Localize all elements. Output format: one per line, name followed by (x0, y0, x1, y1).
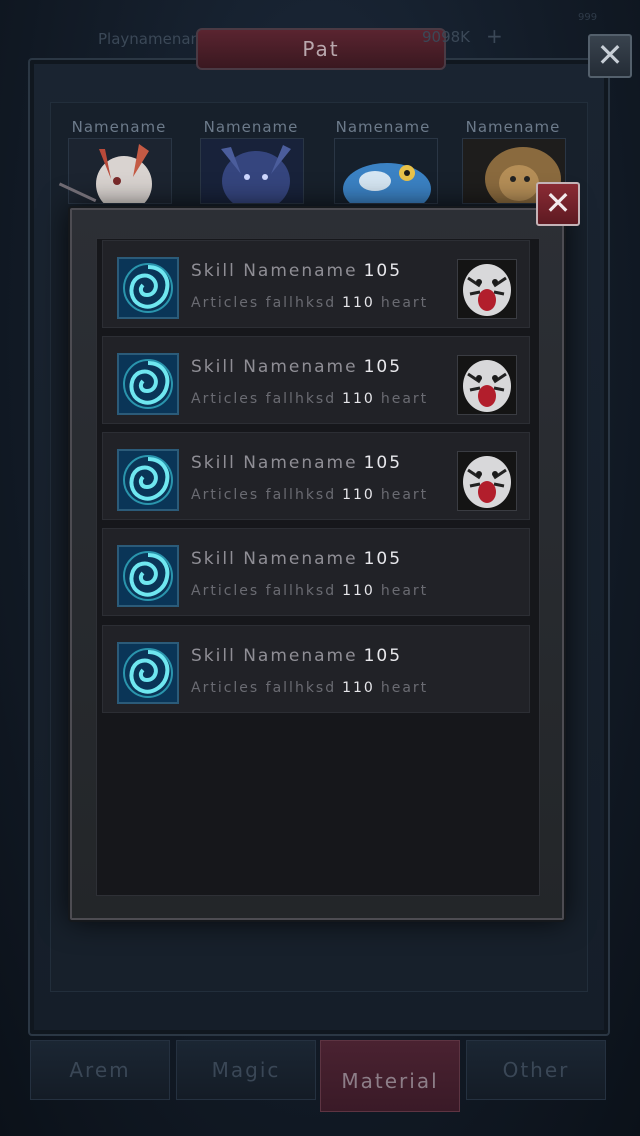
cost-label: Articles fallhksd (191, 680, 337, 696)
cost-unit: heart (380, 680, 429, 696)
list-item[interactable]: Skill Namename 105 Articles fallhksd 110 he… (102, 336, 530, 424)
skill-name: Skill Namename (191, 646, 358, 666)
list-item[interactable]: Skill Namename 105 Articles fallhksd 110 he… (102, 432, 530, 520)
cost-unit: heart (380, 583, 429, 599)
cost-label: Articles fallhksd (191, 487, 337, 503)
skill-level: 105 (363, 261, 403, 281)
skill-level: 105 (363, 357, 403, 377)
blue-demon-art[interactable] (200, 138, 304, 204)
skill-icon (117, 449, 179, 511)
corner-text: 999 (578, 12, 598, 23)
cost-value: 110 (342, 295, 375, 311)
skill-cost: Articles fallhksd 110 heart (191, 583, 428, 599)
skill-title: Skill Namename 105 (191, 549, 402, 569)
popup-close-button[interactable]: ✕ (536, 182, 580, 226)
cost-label: Articles fallhksd (191, 391, 337, 407)
tab-label: Material (341, 1069, 439, 1093)
list-item[interactable]: Skill Namename 105 Articles fallhksd 110 he… (102, 528, 530, 616)
skill-items-container: Skill Namename 105 Articles fallhksd 110 he… (94, 236, 538, 894)
skill-name: Skill Namename (191, 549, 358, 569)
skill-cost: Articles fallhksd 110 heart (191, 295, 428, 311)
skill-name: Skill Namename (191, 357, 358, 377)
card-name: Namename (465, 118, 561, 136)
skill-icon (117, 257, 179, 319)
skill-title: Skill Namename 105 (191, 357, 402, 377)
skill-title: Skill Namename 105 (191, 646, 402, 666)
main-close-button[interactable]: ✕ (588, 34, 632, 78)
cost-unit: heart (380, 391, 429, 407)
tab-label: Arem (69, 1058, 131, 1082)
cost-unit: heart (380, 487, 429, 503)
cost-value: 110 (342, 391, 375, 407)
tab-magic[interactable]: Magic (176, 1040, 316, 1100)
white-tiger-portrait (457, 259, 517, 319)
skill-cost: Articles fallhksd 110 heart (191, 487, 428, 503)
tab-arem[interactable]: Arem (30, 1040, 170, 1100)
skill-level: 105 (363, 453, 403, 473)
list-item[interactable]: Skill Namename 105 Articles fallhksd 110 he… (102, 240, 530, 328)
cost-unit: heart (380, 295, 429, 311)
white-tiger-portrait (457, 451, 517, 511)
skill-name: Skill Namename (191, 453, 358, 473)
cost-label: Articles fallhksd (191, 583, 337, 599)
skill-cost: Articles fallhksd 110 heart (191, 391, 428, 407)
card-name: Namename (203, 118, 299, 136)
tab-label: Magic (211, 1058, 281, 1082)
tab-material[interactable]: Material (320, 1040, 460, 1112)
tab-other[interactable]: Other (466, 1040, 606, 1100)
white-tiger-portrait (457, 355, 517, 415)
currency-amount: 9098K (422, 28, 471, 46)
skill-icon (117, 545, 179, 607)
skill-icon (117, 642, 179, 704)
card-name: Namename (71, 118, 167, 136)
cost-label: Articles fallhksd (191, 295, 337, 311)
tab-label: Other (502, 1058, 570, 1082)
blue-toad-art[interactable] (334, 138, 438, 204)
skill-name: Skill Namename (191, 261, 358, 281)
cost-value: 110 (342, 583, 375, 599)
header-title: Pat (302, 37, 340, 61)
skill-title: Skill Namename 105 (191, 261, 402, 281)
skill-title: Skill Namename 105 (191, 453, 402, 473)
cost-value: 110 (342, 680, 375, 696)
skill-icon (117, 353, 179, 415)
header-title-plate: Pat (196, 28, 446, 70)
add-currency-button[interactable]: + (486, 24, 503, 48)
skill-level: 105 (363, 549, 403, 569)
skill-level: 105 (363, 646, 403, 666)
card-name: Namename (335, 118, 431, 136)
list-item[interactable]: Skill Namename 105 Articles fallhksd 110 he… (102, 625, 530, 713)
skill-cost: Articles fallhksd 110 heart (191, 680, 428, 696)
cost-value: 110 (342, 487, 375, 503)
